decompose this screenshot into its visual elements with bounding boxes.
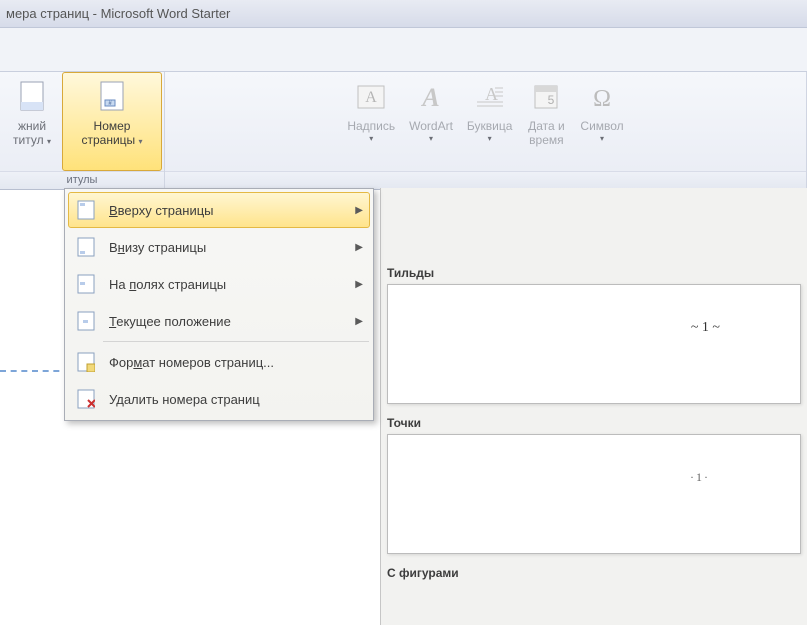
footer-icon: [12, 77, 52, 117]
page-bottom-icon: [75, 236, 97, 258]
footer-button[interactable]: жний титул ▾: [2, 72, 62, 171]
gallery-title-dots: Точки: [387, 416, 807, 430]
calendar-icon: 5: [526, 77, 566, 117]
menu-format-numbers[interactable]: Формат номеров страниц...: [68, 344, 370, 380]
svg-text:A: A: [420, 83, 439, 112]
svg-text:A: A: [365, 89, 377, 106]
omega-icon: Ω: [582, 77, 622, 117]
chevron-down-icon: ▾: [429, 134, 433, 143]
menu-current-position[interactable]: Текущее положение ▶: [68, 303, 370, 339]
datetime-label-2: время: [529, 133, 563, 147]
menu-bottom-label: Внизу страницы: [109, 240, 347, 255]
menu-current-label: Текущее положение: [109, 314, 347, 329]
title-text: мера страниц - Microsoft Word Starter: [6, 6, 230, 21]
gallery-panel: Тильды ~ 1 ~ Точки ·1· С фигурами: [380, 188, 807, 625]
menu-separator: [103, 341, 369, 342]
symbol-button[interactable]: Ω Символ ▾: [573, 72, 630, 171]
menu-top-of-page[interactable]: Вверху страницы ▶: [68, 192, 370, 228]
svg-text:5: 5: [548, 93, 555, 107]
ribbon: жний титул ▾ # Номер страницы ▾ итулы: [0, 72, 807, 190]
ribbon-group-label: итулы: [0, 171, 164, 189]
page-number-label-2: страницы ▾: [81, 133, 142, 149]
gallery-title-tildes: Тильды: [387, 266, 807, 280]
textbox-label: Надпись: [347, 119, 395, 133]
footer-label-1: жний: [18, 119, 46, 133]
ribbon-group-headers: жний титул ▾ # Номер страницы ▾ итулы: [0, 72, 165, 189]
chevron-down-icon: ▾: [369, 134, 373, 143]
chevron-down-icon: ▾: [600, 134, 604, 143]
dropcap-label: Буквица: [467, 119, 513, 133]
menu-format-label: Формат номеров страниц...: [109, 355, 363, 370]
wordart-label: WordArt: [409, 119, 453, 133]
remove-icon: [75, 388, 97, 410]
menu-top-label: Вверху страницы: [109, 203, 347, 218]
page-top-icon: [75, 199, 97, 221]
ribbon-group-blank-label: [165, 171, 806, 189]
menu-page-margins[interactable]: На полях страницы ▶: [68, 266, 370, 302]
titlebar: мера страниц - Microsoft Word Starter: [0, 0, 807, 28]
menu-margins-label: На полях страницы: [109, 277, 347, 292]
textbox-button[interactable]: A Надпись ▾: [340, 72, 402, 171]
page-margins-icon: [75, 273, 97, 295]
format-icon: [75, 351, 97, 373]
gallery-section-dots: Точки ·1·: [381, 416, 807, 554]
menu-remove-numbers[interactable]: Удалить номера страниц: [68, 381, 370, 417]
symbol-label: Символ: [580, 119, 623, 133]
submenu-arrow-icon: ▶: [355, 279, 363, 290]
page-current-icon: [75, 310, 97, 332]
wordart-button[interactable]: A WordArt ▾: [402, 72, 460, 171]
thumb-sample-dots: ·1·: [690, 470, 710, 485]
chevron-down-icon: ▾: [488, 134, 492, 143]
submenu-arrow-icon: ▶: [355, 242, 363, 253]
gallery-thumb-dots[interactable]: ·1·: [387, 434, 801, 554]
gallery-thumb-tildes[interactable]: ~ 1 ~: [387, 284, 801, 404]
page-number-menu: Вверху страницы ▶ Внизу страницы ▶ На по…: [64, 188, 374, 421]
page-number-icon: #: [92, 77, 132, 117]
thumb-sample-tildes: ~ 1 ~: [691, 320, 720, 336]
menu-remove-label: Удалить номера страниц: [109, 392, 363, 407]
page-number-button[interactable]: # Номер страницы ▾: [62, 72, 162, 171]
datetime-button[interactable]: 5 Дата и время: [519, 72, 573, 171]
submenu-arrow-icon: ▶: [355, 205, 363, 216]
gallery-title-shapes: С фигурами: [387, 566, 807, 580]
page-number-label-1: Номер: [94, 119, 131, 133]
svg-text:Ω: Ω: [593, 86, 611, 112]
ribbon-tabs-area: [0, 28, 807, 72]
svg-text:A: A: [485, 84, 498, 104]
wordart-icon: A: [411, 77, 451, 117]
datetime-label-1: Дата и: [528, 119, 565, 133]
menu-bottom-of-page[interactable]: Внизу страницы ▶: [68, 229, 370, 265]
page-break-line: [0, 370, 70, 372]
dropcap-icon: A: [470, 77, 510, 117]
footer-label-2: титул ▾: [13, 133, 51, 149]
dropcap-button[interactable]: A Буквица ▾: [460, 72, 520, 171]
submenu-arrow-icon: ▶: [355, 316, 363, 327]
textbox-icon: A: [351, 77, 391, 117]
gallery-section-tildes: Тильды ~ 1 ~: [381, 266, 807, 404]
gallery-section-shapes: С фигурами: [381, 566, 807, 580]
ribbon-group-text: A Надпись ▾ A WordArt ▾ A: [165, 72, 807, 189]
